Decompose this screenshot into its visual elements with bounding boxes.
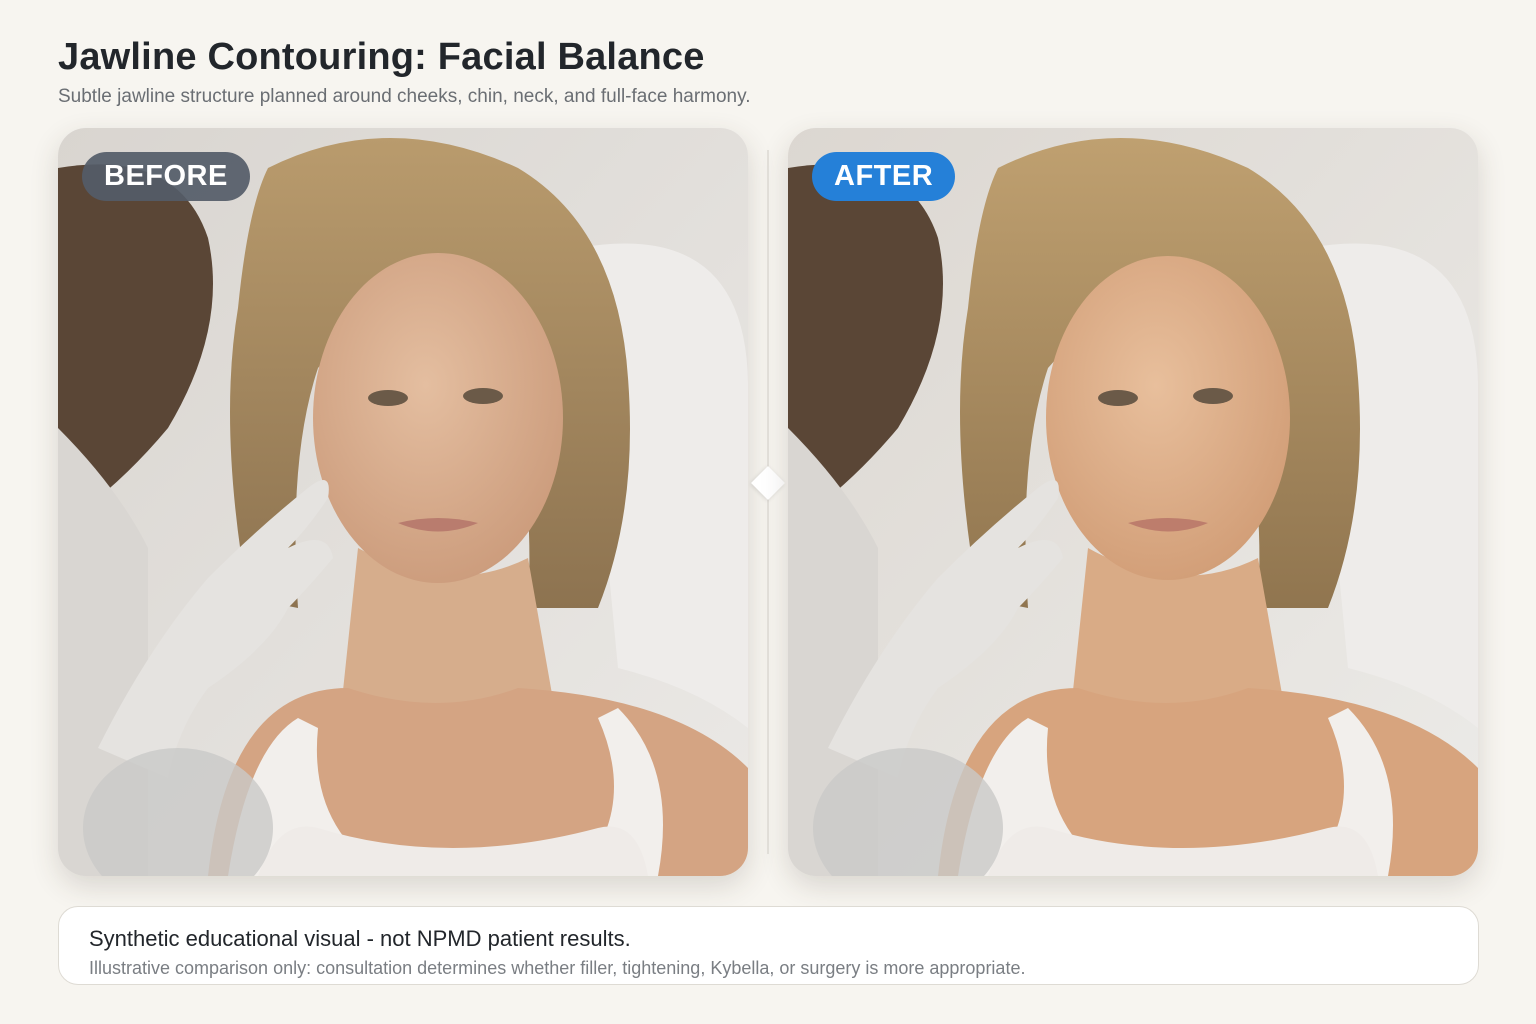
comparison-page: Jawline Contouring: Facial Balance Subtl… <box>0 0 1536 1024</box>
after-badge: AFTER <box>812 152 956 201</box>
before-photo-panel: BEFORE <box>58 128 748 876</box>
before-badge: BEFORE <box>82 152 250 201</box>
before-photo <box>58 128 748 876</box>
disclaimer-main: Synthetic educational visual - not NPMD … <box>89 926 631 951</box>
page-title: Jawline Contouring: Facial Balance <box>58 36 705 78</box>
after-photo-panel: AFTER <box>788 128 1478 876</box>
divider-diamond-icon <box>751 466 785 500</box>
disclaimer-sub: Illustrative comparison only: consultati… <box>89 958 1026 978</box>
disclaimer-box: Synthetic educational visual - not NPMD … <box>58 906 1479 985</box>
page-subtitle: Subtle jawline structure planned around … <box>58 86 751 107</box>
comparison-divider <box>767 150 769 854</box>
after-photo <box>788 128 1478 876</box>
